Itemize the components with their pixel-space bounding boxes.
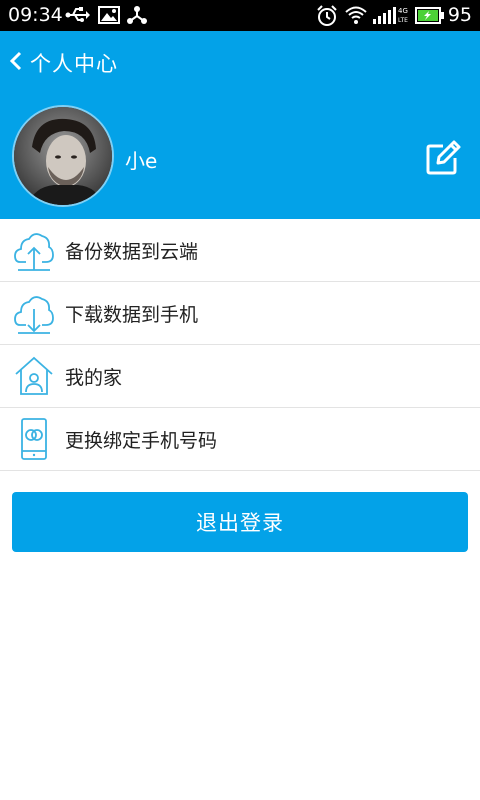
signal-icon: 4G LTE — [372, 5, 412, 29]
page-title: 个人中心 — [30, 52, 118, 76]
status-bar: 09:34 4G LTE 95 — [0, 0, 480, 31]
chevron-left-icon — [8, 50, 24, 76]
profile-menu: 备份数据到云端 下载数据到手机 我的家 更换绑定手机号码 — [0, 219, 480, 471]
phone-bind-icon — [14, 417, 54, 461]
menu-item-label: 下载数据到手机 — [65, 303, 199, 326]
cloud-download-icon — [14, 291, 54, 335]
logout-button[interactable]: 退出登录 — [12, 492, 468, 552]
share-icon — [126, 5, 148, 29]
menu-item-my-home[interactable]: 我的家 — [0, 345, 480, 408]
usb-icon — [64, 5, 90, 29]
menu-item-change-phone[interactable]: 更换绑定手机号码 — [0, 408, 480, 471]
back-button[interactable]: 个人中心 — [8, 47, 118, 79]
menu-item-label: 备份数据到云端 — [65, 240, 199, 263]
home-user-icon — [14, 354, 54, 398]
avatar[interactable] — [12, 105, 114, 207]
wifi-icon — [344, 5, 368, 29]
battery-icon — [415, 7, 445, 28]
cloud-upload-icon — [14, 228, 54, 272]
battery-level: 95 — [447, 4, 472, 26]
edit-icon — [425, 140, 463, 180]
status-time: 09:34 — [8, 4, 63, 26]
profile-header: 个人中心 小e — [0, 31, 480, 219]
menu-item-label: 我的家 — [65, 366, 123, 389]
svg-text:4G: 4G — [398, 7, 408, 15]
image-icon — [98, 5, 120, 29]
edit-profile-button[interactable] — [425, 138, 463, 176]
menu-item-download[interactable]: 下载数据到手机 — [0, 282, 480, 345]
menu-item-label: 更换绑定手机号码 — [65, 429, 218, 452]
alarm-icon — [316, 5, 338, 31]
svg-text:LTE: LTE — [398, 17, 408, 24]
menu-item-backup[interactable]: 备份数据到云端 — [0, 219, 480, 282]
username: 小e — [125, 149, 158, 173]
